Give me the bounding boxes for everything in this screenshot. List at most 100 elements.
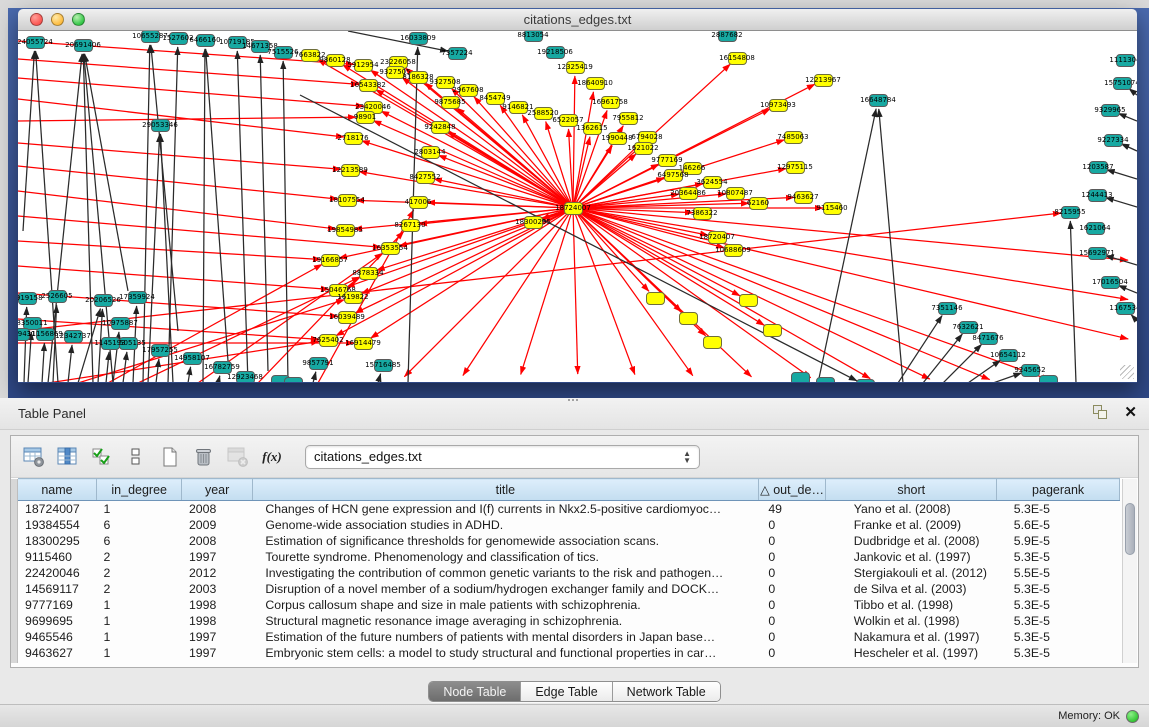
cell[interactable]: 1997	[182, 645, 252, 661]
cell[interactable]: 0	[758, 533, 825, 549]
selected-node[interactable]	[703, 336, 722, 349]
cell[interactable]: 22420046	[18, 565, 96, 581]
edge[interactable]	[206, 49, 228, 361]
cell[interactable]: 9115460	[18, 549, 96, 565]
selected-node[interactable]: 1990448	[608, 132, 627, 145]
node[interactable]: 8471676	[979, 332, 998, 345]
node[interactable]: 2887682	[718, 31, 737, 42]
selected-node[interactable]: 7625402	[319, 334, 338, 347]
node[interactable]: 15751074	[1113, 77, 1132, 90]
selected-node[interactable]: 98901	[356, 111, 375, 124]
node[interactable]: 9329965	[1101, 104, 1120, 117]
node[interactable]	[856, 379, 875, 383]
splitter-handle[interactable]	[568, 399, 580, 403]
selected-node[interactable]: 12213589	[341, 164, 360, 177]
node[interactable]: 24055724	[26, 36, 45, 49]
selected-node[interactable]	[679, 312, 698, 325]
column-header-pagerank[interactable]: pagerank	[997, 479, 1120, 501]
cell[interactable]: 1	[96, 597, 182, 613]
selected-edge[interactable]	[448, 132, 573, 208]
node[interactable]: 29053346	[151, 119, 170, 132]
cell[interactable]: 1998	[182, 597, 252, 613]
selected-node[interactable]: 6522057	[559, 114, 578, 127]
node[interactable]: 1167534	[1116, 302, 1135, 315]
edge[interactable]	[143, 45, 150, 382]
selected-node[interactable]: 9860128	[326, 54, 345, 67]
selected-node[interactable]: 8267130	[401, 219, 420, 232]
cell[interactable]: Tibbo et al. (1998)	[826, 597, 997, 613]
node[interactable]: 1111304	[1116, 54, 1135, 67]
table-row[interactable]: 1872400712008Changes of HCN gene express…	[18, 501, 1120, 517]
edge[interactable]	[1118, 113, 1137, 121]
cell[interactable]: Changes of HCN gene expression and I(f) …	[252, 501, 758, 517]
edge[interactable]	[313, 372, 316, 382]
node[interactable]: 7632621	[959, 321, 978, 334]
cell[interactable]: 9777169	[18, 597, 96, 613]
edge[interactable]	[898, 316, 942, 382]
cell[interactable]: Estimation of the future numbers of pati…	[252, 629, 758, 645]
cell[interactable]: 18724007	[18, 501, 96, 517]
node[interactable]: 16648784	[869, 94, 888, 107]
cell[interactable]: 0	[758, 565, 825, 581]
select-all-icon[interactable]	[87, 442, 117, 472]
cell[interactable]: 1998	[182, 613, 252, 629]
node[interactable]: 1919158	[18, 292, 37, 305]
selected-node[interactable]: 12213967	[814, 74, 833, 87]
table-row[interactable]: 946362711997Embryonic stem cells: a mode…	[18, 645, 1120, 661]
selected-node[interactable]: 8186328	[409, 71, 428, 84]
cell[interactable]: 9463627	[18, 645, 96, 661]
cell[interactable]: 5.6E-5	[997, 517, 1120, 533]
edge[interactable]	[968, 360, 1001, 382]
cell[interactable]: 0	[758, 581, 825, 597]
node[interactable]: 17957255	[151, 344, 170, 357]
table-row[interactable]: 911546021997Tourette syndrome. Phenomeno…	[18, 549, 1120, 565]
table-row[interactable]: 1938455462009Genome-wide association stu…	[18, 517, 1120, 533]
selected-node[interactable]: 7955812	[619, 112, 638, 125]
selected-node[interactable]: 2588520	[534, 107, 553, 120]
cell[interactable]: 14569117	[18, 581, 96, 597]
edge[interactable]	[106, 352, 109, 382]
float-panel-icon[interactable]	[1093, 405, 1109, 421]
node[interactable]: 7357224	[448, 47, 467, 60]
selected-node[interactable]: 2803144	[421, 146, 440, 159]
node[interactable]: 17016504	[1101, 276, 1120, 289]
column-header-year[interactable]: year	[182, 479, 252, 501]
row-tools-icon[interactable]	[121, 442, 151, 472]
table-row[interactable]: 969969511998Structural magnetic resonanc…	[18, 613, 1120, 629]
memory-status-icon[interactable]	[1126, 710, 1139, 723]
node[interactable]	[284, 377, 303, 383]
table-settings-icon[interactable]	[19, 442, 49, 472]
cell[interactable]: de Silva et al. (2003)	[826, 581, 997, 597]
cell[interactable]: 5.3E-5	[997, 645, 1120, 661]
node[interactable]: 1621064	[1086, 222, 1105, 235]
node[interactable]: 20691406	[74, 39, 93, 52]
edge[interactable]	[156, 359, 159, 382]
node[interactable]: 20206526	[94, 294, 113, 307]
table-row[interactable]: 1830029562008Estimation of significance …	[18, 533, 1120, 549]
cell[interactable]: Corpus callosum shape and size in male p…	[252, 597, 758, 613]
cell[interactable]: 0	[758, 645, 825, 661]
cell[interactable]: 5.3E-5	[997, 629, 1120, 645]
selected-node[interactable]: 62160	[749, 197, 768, 210]
cell[interactable]: 0	[758, 597, 825, 613]
node[interactable]: 6466160	[196, 34, 215, 47]
cell[interactable]: 5.3E-5	[997, 597, 1120, 613]
selected-edge[interactable]	[521, 208, 573, 374]
cell[interactable]: Tourette syndrome. Phenomenology and cla…	[252, 549, 758, 565]
cell[interactable]: Investigating the contribution of common…	[252, 565, 758, 581]
selected-node[interactable]: 9115460	[823, 202, 842, 215]
cell[interactable]: 5.3E-5	[997, 549, 1120, 565]
selected-node[interactable]: 6497568	[664, 169, 683, 182]
delete-rows-icon[interactable]	[189, 442, 219, 472]
cell[interactable]: Yano et al. (2008)	[826, 501, 997, 517]
tab-edge-table[interactable]: Edge Table	[520, 682, 611, 701]
close-window-button[interactable]	[30, 13, 43, 26]
selected-edge[interactable]	[573, 76, 575, 208]
node[interactable]: 15692971	[1088, 247, 1107, 260]
selected-node[interactable]: 16039489	[338, 311, 357, 324]
close-panel-icon[interactable]: ✕	[1124, 403, 1137, 421]
column-header-in_degree[interactable]: in_degree	[96, 479, 182, 501]
cell[interactable]: Wolkin et al. (1998)	[826, 613, 997, 629]
node[interactable]: 9227334	[1104, 134, 1123, 147]
node[interactable]: 14958107	[183, 352, 202, 365]
